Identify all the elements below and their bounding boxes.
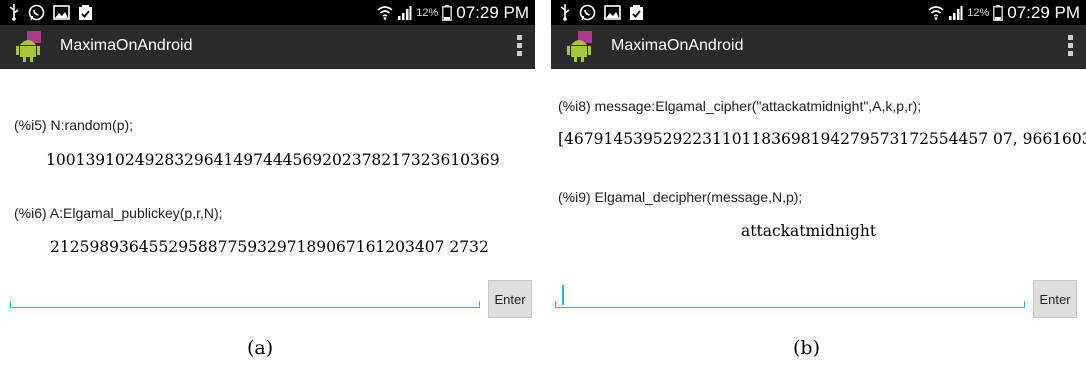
app-title: MaximaOnAndroid [611,37,744,54]
overflow-menu-icon[interactable] [1066,35,1074,59]
command-result: [467914539529223110118369819427957317255… [558,130,1086,148]
notification-icons [559,3,644,22]
app-title: MaximaOnAndroid [60,37,193,54]
figure-caption: (b) [793,337,820,359]
command-input[interactable] [10,307,480,308]
status-bar: 12% 07:29 PM [551,0,1086,25]
command-result: 2125989364552958877593297189067161203407… [50,238,489,256]
command-line: (%i5) N:random(p); [14,117,134,133]
command-line: (%i9) Elgamal_decipher(message,N,p); [558,189,803,205]
action-bar: MaximaOnAndroid [0,25,535,69]
clipboard-check-icon [630,5,643,20]
status-indicators: 12% 07:29 PM [928,0,1080,25]
status-indicators: 12% 07:29 PM [377,0,529,25]
enter-button[interactable]: Enter [1033,280,1077,318]
command-line: (%i6) A:Elgamal_publickey(p,r,N); [14,205,223,221]
whatsapp-icon [28,4,45,21]
whatsapp-icon [579,4,596,21]
text-cursor [562,285,564,305]
clock: 07:29 PM [1007,2,1080,22]
app-icon[interactable] [563,31,595,63]
overflow-menu-icon[interactable] [515,35,523,59]
clock: 07:29 PM [456,2,529,22]
signal-icon [398,5,412,20]
wifi-icon [928,5,944,20]
command-result: attackatmidnight [741,222,877,240]
screenshot-panel-b: 12% 07:29 PM MaximaOnAndroid (%i8) messa… [551,0,1086,372]
screenshot-panel-a: 12% 07:29 PM MaximaOnAndroid (%i5) N:ran… [0,0,535,372]
command-input[interactable] [555,307,1025,308]
gallery-icon [53,5,70,20]
gallery-icon [604,5,621,20]
status-bar: 12% 07:29 PM [0,0,535,25]
battery-percent: 12% [416,6,439,19]
wifi-icon [377,5,393,20]
phone-screen: 12% 07:29 PM MaximaOnAndroid [551,0,1086,320]
notification-icons [8,3,93,22]
usb-icon [560,4,570,21]
input-underline-end [479,301,480,308]
battery-percent: 12% [967,6,990,19]
clipboard-check-icon [79,5,92,20]
enter-button[interactable]: Enter [488,280,532,318]
battery-icon [442,4,453,21]
figure-caption: (a) [247,337,274,359]
command-line: (%i8) message:Elgamal_cipher("attackatmi… [558,98,922,114]
battery-icon [993,4,1004,21]
signal-icon [949,5,963,20]
action-bar: MaximaOnAndroid [551,25,1086,69]
input-underline-end [1024,301,1025,308]
command-result: 1001391024928329641497444569202378217323… [46,151,500,169]
usb-icon [9,4,19,21]
phone-screen: 12% 07:29 PM MaximaOnAndroid [0,0,535,320]
app-icon[interactable] [12,31,44,63]
